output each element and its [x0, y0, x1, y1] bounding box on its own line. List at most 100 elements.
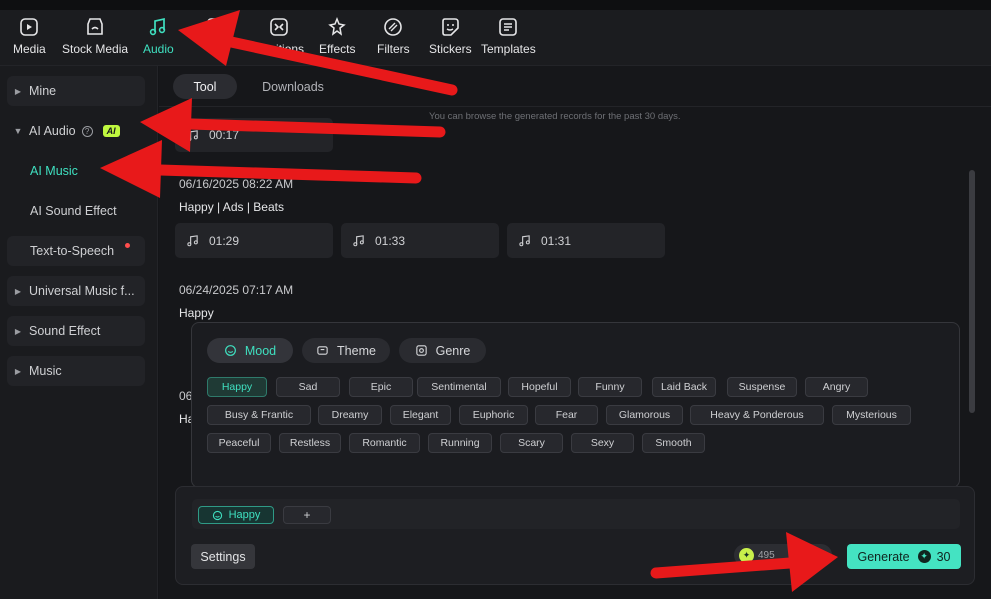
- settings-button[interactable]: Settings: [191, 544, 255, 569]
- toolbar-label: sitions: [270, 42, 305, 56]
- sidebar-item-ai-audio[interactable]: ▼ AI Audio ? AI: [7, 116, 145, 146]
- toolbar-label: Stickers: [429, 42, 472, 56]
- category-theme[interactable]: Theme: [302, 338, 390, 363]
- mood-chip[interactable]: Fear: [535, 405, 598, 425]
- tab-tool[interactable]: Tool: [173, 74, 237, 99]
- clip-duration: 01:31: [541, 233, 572, 248]
- mood-chip[interactable]: Sentimental: [417, 377, 501, 397]
- music-clip[interactable]: 01:31: [507, 223, 665, 258]
- mood-chip[interactable]: Angry: [805, 377, 868, 397]
- sidebar-item-ai-music[interactable]: AI Music: [7, 156, 145, 186]
- music-note-icon: [187, 235, 198, 247]
- sidebar-item-ai-sound-effect[interactable]: AI Sound Effect: [7, 196, 145, 226]
- stock-media-icon: [87, 18, 103, 35]
- mood-chip[interactable]: Heavy & Ponderous: [690, 405, 824, 425]
- mood-chip[interactable]: Sad: [276, 377, 340, 397]
- credits-badge: ✦ 495: [734, 544, 832, 566]
- caret-right-icon: ▶: [14, 286, 22, 296]
- sidebar-item-sound-effect[interactable]: ▶ Sound Effect: [7, 316, 145, 346]
- mood-icon: [224, 345, 236, 356]
- mood-chip[interactable]: Glamorous: [606, 405, 683, 425]
- sidebar-item-label: AI Audio: [29, 124, 76, 138]
- sidebar-item-label: Sound Effect: [29, 324, 101, 338]
- generate-cost: 30: [936, 549, 951, 564]
- mood-chip[interactable]: Scary: [500, 433, 563, 453]
- toolbar-label: Media: [13, 42, 46, 56]
- tab-divider: [159, 106, 991, 107]
- mood-chip[interactable]: Mysterious: [832, 405, 911, 425]
- selected-tag-chip[interactable]: Happy: [198, 506, 274, 524]
- toolbar-stickers[interactable]: Stickers: [429, 16, 472, 56]
- caret-right-icon: ▶: [14, 366, 22, 376]
- mood-chip[interactable]: Elegant: [390, 405, 451, 425]
- sidebar-item-label: AI Music: [30, 164, 78, 178]
- toolbar-effects[interactable]: Effects: [319, 16, 355, 56]
- titles-icon: [207, 18, 225, 36]
- record-date: 06/16/2025 08:22 AM: [179, 177, 294, 191]
- music-note-icon: [150, 17, 166, 36]
- generate-label: Generate: [857, 549, 910, 564]
- toolbar-label: Audio: [143, 42, 174, 56]
- sidebar-item-label: Text-to-Speech: [30, 244, 115, 258]
- clip-duration: 01:29: [209, 233, 240, 248]
- mood-chip[interactable]: Dreamy: [318, 405, 382, 425]
- mood-chip[interactable]: Hopeful: [508, 377, 571, 397]
- mood-chip[interactable]: Suspense: [727, 377, 797, 397]
- toolbar-audio[interactable]: Audio: [143, 16, 174, 56]
- generate-panel: Happy + Settings ✦ 495 Generate ✦ 30: [175, 486, 975, 585]
- sidebar-item-label: Music: [29, 364, 62, 378]
- main-panel: Tool Downloads You can browse the genera…: [159, 66, 991, 599]
- mood-chip[interactable]: Epic: [349, 377, 413, 397]
- mood-chip[interactable]: Busy & Frantic: [207, 405, 311, 425]
- toolbar-stock-media[interactable]: Stock Media: [62, 16, 128, 56]
- mood-chip[interactable]: Restless: [279, 433, 341, 453]
- selected-tag-label: Happy: [228, 509, 261, 521]
- top-toolbar: Media Stock Media Audio sitions Effects …: [0, 10, 991, 66]
- toolbar-titles[interactable]: [205, 16, 227, 38]
- category-genre[interactable]: Genre: [399, 338, 486, 363]
- credit-icon: ✦: [917, 550, 931, 563]
- sidebar-item-label: Universal Music f...: [29, 284, 135, 298]
- mood-chip[interactable]: Laid Back: [652, 377, 716, 397]
- music-note-icon: [187, 129, 198, 141]
- sidebar-item-universal-music[interactable]: ▶ Universal Music f...: [7, 276, 145, 306]
- ai-badge: AI: [102, 125, 120, 137]
- mood-chip[interactable]: Euphoric: [459, 405, 528, 425]
- generate-button[interactable]: Generate ✦ 30: [847, 544, 961, 569]
- category-label: Theme: [337, 343, 376, 358]
- record-date: 06/24/2025 07:17 AM: [179, 283, 294, 297]
- caret-right-icon: ▶: [14, 326, 22, 336]
- sidebar-item-music[interactable]: ▶ Music: [7, 356, 145, 386]
- mood-chip[interactable]: Funny: [578, 377, 642, 397]
- mood-chip[interactable]: Smooth: [642, 433, 705, 453]
- mood-chip[interactable]: Peaceful: [207, 433, 271, 453]
- add-tag-button[interactable]: +: [283, 506, 331, 524]
- toolbar-media[interactable]: Media: [13, 16, 46, 56]
- scrollbar[interactable]: [969, 170, 975, 413]
- stickers-icon: [442, 18, 460, 36]
- sidebar-item-label: AI Sound Effect: [30, 204, 117, 218]
- filters-icon: [384, 18, 403, 36]
- music-note-icon: [519, 235, 530, 247]
- mood-chip[interactable]: Happy: [207, 377, 267, 397]
- sidebar-item-mine[interactable]: ▶ Mine: [7, 76, 145, 106]
- toolbar-templates[interactable]: Templates: [481, 16, 536, 56]
- credits-value: 495: [758, 549, 775, 561]
- music-clip[interactable]: 01:33: [341, 223, 499, 258]
- caret-down-icon: ▼: [13, 126, 23, 136]
- category-mood[interactable]: Mood: [207, 338, 293, 363]
- toolbar-label: Effects: [319, 42, 356, 56]
- sidebar-item-text-to-speech[interactable]: Text-to-Speech: [7, 236, 145, 266]
- mood-chip[interactable]: Running: [428, 433, 492, 453]
- tab-downloads[interactable]: Downloads: [253, 74, 333, 99]
- mood-chip[interactable]: Romantic: [349, 433, 420, 453]
- toolbar-filters[interactable]: Filters: [377, 16, 410, 56]
- mood-chip[interactable]: Sexy: [571, 433, 634, 453]
- mood-icon: [212, 510, 222, 520]
- record-tags: Happy | Ads | Beats: [179, 200, 284, 214]
- toolbar-transitions[interactable]: sitions: [254, 16, 304, 56]
- music-clip[interactable]: 01:29: [175, 223, 333, 258]
- music-clip[interactable]: 00:17: [175, 118, 333, 152]
- templates-icon: [499, 18, 518, 36]
- help-icon[interactable]: ?: [81, 125, 93, 137]
